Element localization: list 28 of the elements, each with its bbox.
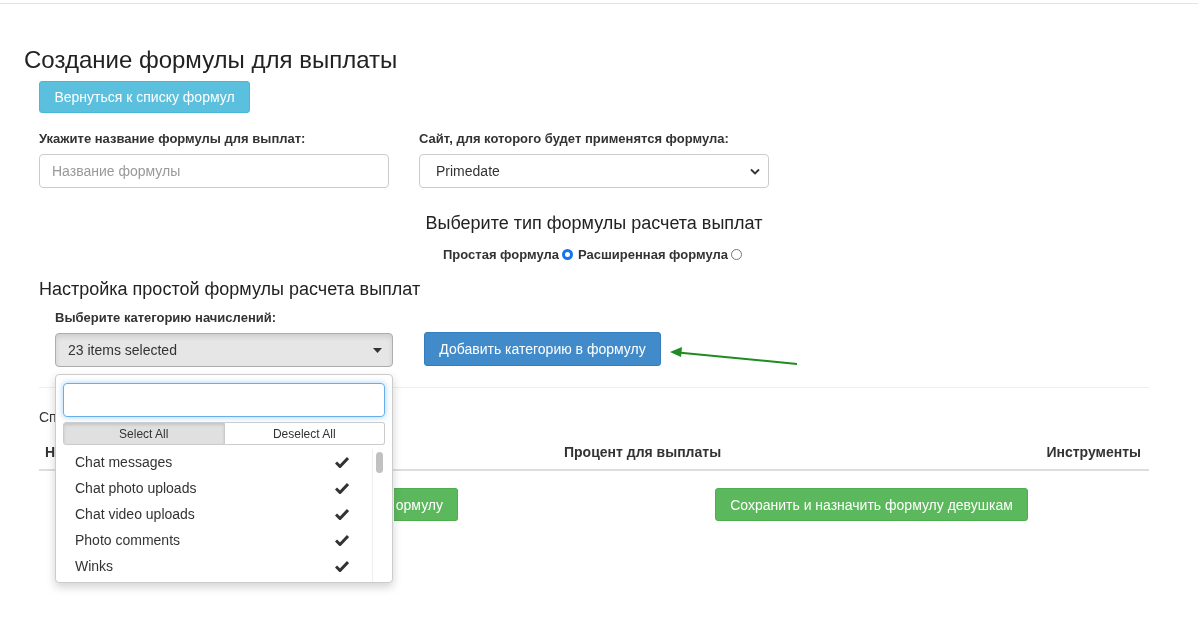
column-header: Инструменты [1045, 443, 1142, 462]
scrollbar[interactable] [372, 449, 385, 582]
arrow-icon [668, 344, 800, 368]
column-header: Процент для выплаты [563, 443, 723, 462]
deselect-all-button[interactable]: Deselect All [224, 422, 385, 445]
field-label: Выберите категорию начислений: [55, 310, 278, 326]
formula-name-field[interactable]: Название формулы [39, 154, 389, 188]
page-title: Создание формулы для выплаты [24, 46, 399, 74]
select-all-button[interactable]: Select All [63, 422, 225, 445]
add-category-button[interactable]: Добавить категорию в формулу [424, 332, 661, 366]
field-label: Сайт, для которого будет применятся формула: [419, 131, 730, 147]
category-multiselect[interactable]: 23 items selected [55, 333, 393, 367]
field-label: Укажите название формулы для выплат: [39, 131, 307, 147]
site-select[interactable]: Primedate [419, 154, 769, 188]
column-header: Н [44, 443, 56, 462]
radio-label: Простая формула [443, 246, 559, 262]
option-item[interactable]: Chat messages [63, 449, 373, 475]
option-item[interactable]: Winks [63, 553, 373, 579]
section-heading: Выберите тип формулы расчета выплат [424, 212, 764, 234]
radio-label: Расширенная формула [578, 246, 728, 262]
option-item[interactable]: Photo comments [63, 527, 373, 553]
radio-button[interactable] [562, 248, 573, 260]
caret-icon [373, 347, 382, 353]
section-heading: Настройка простой формулы расчета выплат [39, 278, 422, 300]
option-item[interactable]: Chat video uploads [63, 501, 373, 527]
chevron-icon [750, 167, 760, 175]
search-field[interactable] [63, 383, 385, 417]
option-item[interactable]: Chat photo uploads [63, 475, 373, 501]
